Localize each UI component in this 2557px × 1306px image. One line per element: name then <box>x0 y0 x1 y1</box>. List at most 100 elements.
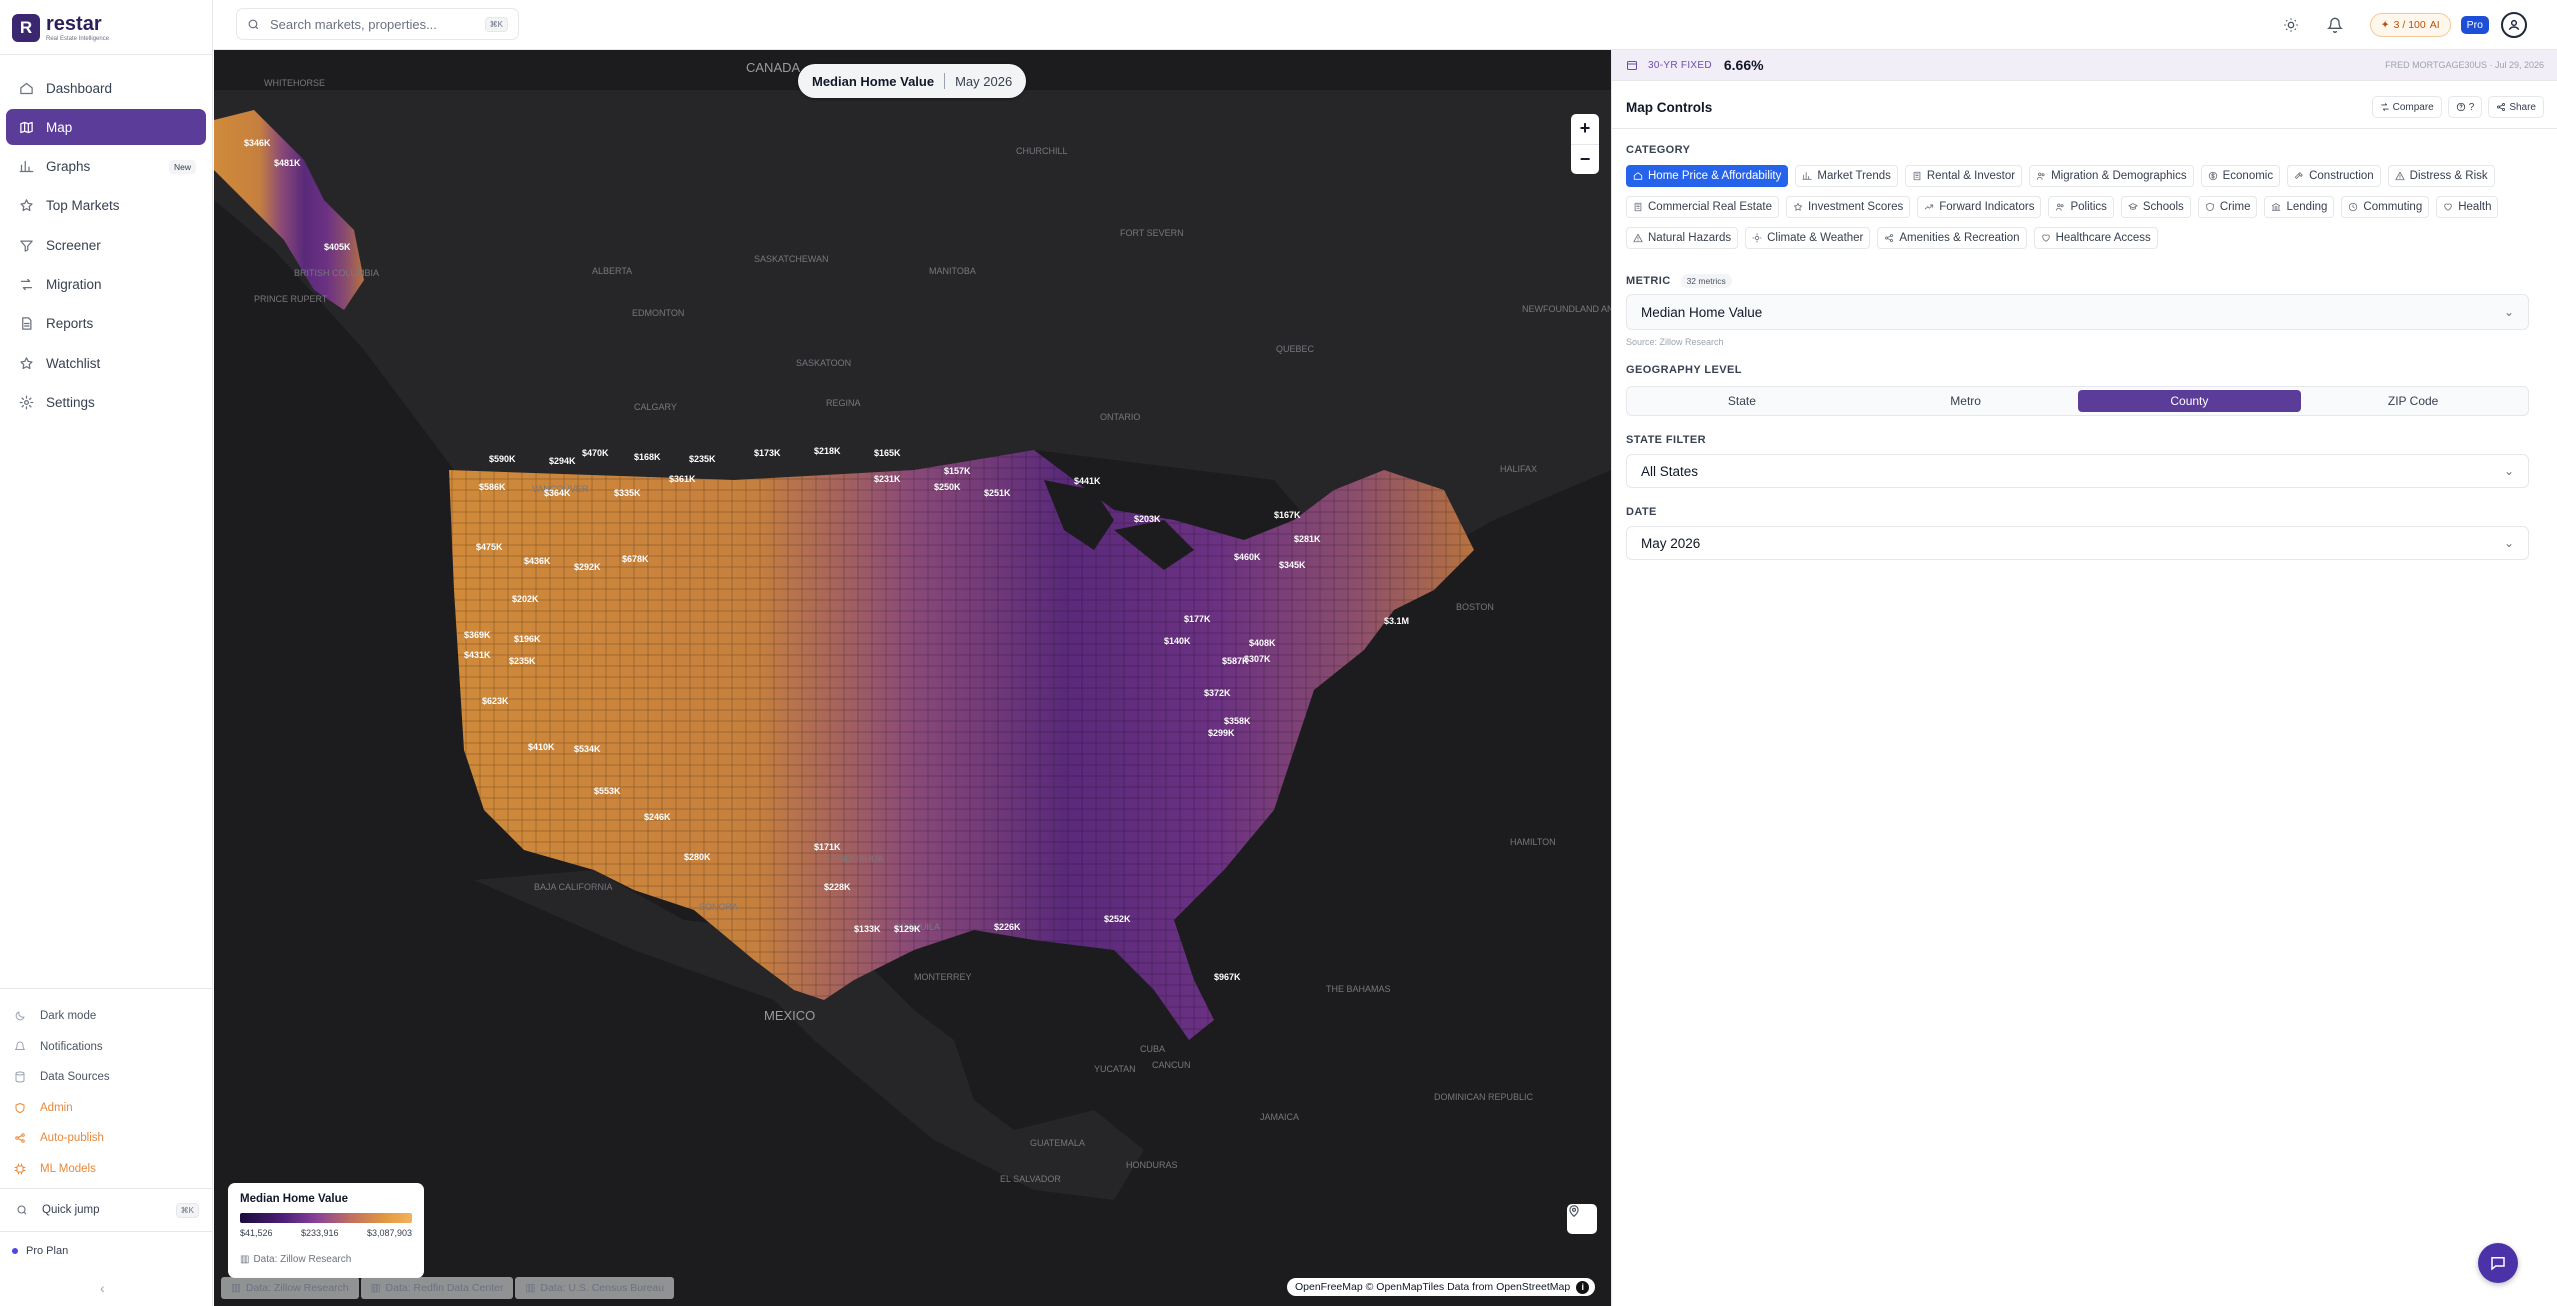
chat-button[interactable] <box>2478 1243 2518 1283</box>
category-chip-lending[interactable]: Lending <box>2264 196 2335 218</box>
map-canvas[interactable]: CANADA WHITEHORSE CHURCHILL FORT SEVERN MANI… <box>214 50 1611 1306</box>
county-value-label[interactable]: $470K <box>582 448 609 458</box>
action-help-button[interactable]: ? <box>2447 96 2483 118</box>
category-chip-healthcare-access[interactable]: Healthcare Access <box>2033 227 2158 249</box>
county-value-label[interactable]: $410K <box>528 742 555 752</box>
locate-button[interactable] <box>1567 1204 1597 1234</box>
county-value-label[interactable]: $553K <box>594 786 621 796</box>
county-value-label[interactable]: $228K <box>824 882 851 892</box>
county-value-label[interactable]: $133K <box>854 924 881 934</box>
county-value-label[interactable]: $252K <box>1104 914 1131 924</box>
county-value-label[interactable]: $251K <box>984 488 1011 498</box>
county-value-label[interactable]: $246K <box>644 812 671 822</box>
data-source-chip[interactable]: ▥ Data: U.S. Census Bureau <box>515 1277 675 1299</box>
county-value-label[interactable]: $167K <box>1274 510 1301 520</box>
county-value-label[interactable]: $250K <box>934 482 961 492</box>
nav-migration[interactable]: Migration <box>6 266 206 302</box>
county-value-label[interactable]: $292K <box>574 562 601 572</box>
geo-option-zip-code[interactable]: ZIP Code <box>2301 390 2525 412</box>
county-value-label[interactable]: $231K <box>874 474 901 484</box>
county-value-label[interactable]: $335K <box>614 488 641 498</box>
category-chip-amenities-recreation[interactable]: Amenities & Recreation <box>1877 227 2027 249</box>
county-value-label[interactable]: $281K <box>1294 534 1321 544</box>
nav-graphs[interactable]: Graphs New <box>6 149 206 185</box>
county-value-label[interactable]: $534K <box>574 744 601 754</box>
utility-auto-publish[interactable]: Auto-publish <box>14 1123 204 1154</box>
county-value-label[interactable]: $235K <box>509 656 536 666</box>
county-value-label[interactable]: $369K <box>464 630 491 640</box>
county-value-label[interactable]: $280K <box>684 852 711 862</box>
county-value-label[interactable]: $129K <box>894 924 921 934</box>
county-value-label[interactable]: $967K <box>1214 972 1241 982</box>
ai-usage-pill[interactable]: ✦ 3 / 100 AI <box>2369 13 2451 37</box>
category-chip-natural-hazards[interactable]: Natural Hazards <box>1626 227 1739 249</box>
category-chip-crime[interactable]: Crime <box>2197 196 2258 218</box>
geo-option-county[interactable]: County <box>2077 390 2302 412</box>
county-value-label[interactable]: $235K <box>689 454 716 464</box>
action-compare-button[interactable]: Compare <box>2371 96 2442 118</box>
county-value-label[interactable]: $431K <box>464 650 491 660</box>
category-chip-distress-risk[interactable]: Distress & Risk <box>2387 165 2495 187</box>
date-select[interactable]: May 2026 ⌄ <box>1626 526 2529 560</box>
county-value-label[interactable]: $226K <box>994 922 1021 932</box>
nav-screener[interactable]: Screener <box>6 227 206 263</box>
county-value-label[interactable]: $361K <box>669 474 696 484</box>
county-value-label[interactable]: $405K <box>324 242 351 252</box>
county-value-label[interactable]: $441K <box>1074 476 1101 486</box>
nav-dashboard[interactable]: Dashboard <box>6 70 206 106</box>
action-share-button[interactable]: Share <box>2488 96 2544 118</box>
county-value-label[interactable]: $586K <box>479 482 506 492</box>
geo-option-state[interactable]: State <box>1630 390 1854 412</box>
county-value-label[interactable]: $294K <box>549 456 576 466</box>
utility-ml-models[interactable]: ML Models <box>14 1154 204 1185</box>
category-chip-commuting[interactable]: Commuting <box>2341 196 2430 218</box>
county-value-label[interactable]: $364K <box>544 488 571 498</box>
county-value-label[interactable]: $590K <box>489 454 516 464</box>
category-chip-migration-demographics[interactable]: Migration & Demographics <box>2029 165 2194 187</box>
category-chip-investment-scores[interactable]: Investment Scores <box>1785 196 1911 218</box>
county-value-label[interactable]: $358K <box>1224 716 1251 726</box>
quick-jump-button[interactable]: Quick jump ⌘K <box>0 1188 213 1232</box>
zoom-out-button[interactable]: − <box>1571 145 1599 175</box>
search-input[interactable] <box>270 16 485 32</box>
choropleth-map[interactable]: CANADA WHITEHORSE CHURCHILL FORT SEVERN MANI… <box>214 50 1611 1306</box>
category-chip-economic[interactable]: Economic <box>2200 165 2281 187</box>
county-value-label[interactable]: $345K <box>1279 560 1306 570</box>
category-chip-commercial-real-estate[interactable]: Commercial Real Estate <box>1626 196 1779 218</box>
category-chip-forward-indicators[interactable]: Forward Indicators <box>1917 196 2042 218</box>
bell-icon[interactable] <box>2326 16 2344 34</box>
category-chip-politics[interactable]: Politics <box>2048 196 2114 218</box>
geo-option-metro[interactable]: Metro <box>1854 390 2078 412</box>
category-chip-schools[interactable]: Schools <box>2120 196 2191 218</box>
category-chip-health[interactable]: Health <box>2436 196 2499 218</box>
nav-top-markets[interactable]: Top Markets <box>6 188 206 224</box>
county-value-label[interactable]: $587K <box>1222 656 1249 666</box>
county-value-label[interactable]: $460K <box>1234 552 1261 562</box>
state-filter-select[interactable]: All States ⌄ <box>1626 454 2529 488</box>
county-value-label[interactable]: $436K <box>524 556 551 566</box>
nav-settings[interactable]: Settings <box>6 384 206 420</box>
utility-dark-mode[interactable]: Dark mode <box>14 1001 204 1032</box>
map-attribution[interactable]: OpenFreeMap © OpenMapTiles Data from Ope… <box>1287 1278 1596 1296</box>
category-chip-climate-weather[interactable]: Climate & Weather <box>1745 227 1871 249</box>
county-value-label[interactable]: $678K <box>622 554 649 564</box>
county-value-label[interactable]: $140K <box>1164 636 1191 646</box>
utility-admin[interactable]: Admin <box>14 1093 204 1124</box>
county-value-label[interactable]: $408K <box>1249 638 1276 648</box>
county-value-label[interactable]: $168K <box>634 452 661 462</box>
county-value-label[interactable]: $203K <box>1134 514 1161 524</box>
nav-reports[interactable]: Reports <box>6 306 206 342</box>
search-box[interactable]: ⌘K <box>236 8 519 40</box>
county-value-label[interactable]: $623K <box>482 696 509 706</box>
county-value-label[interactable]: $3.1M <box>1384 616 1409 626</box>
user-avatar-icon[interactable] <box>2501 12 2527 38</box>
category-chip-rental-investor[interactable]: Rental & Investor <box>1904 165 2023 187</box>
data-source-chip[interactable]: ▥ Data: Zillow Research <box>221 1277 359 1299</box>
utility-notifications[interactable]: Notifications <box>14 1032 204 1063</box>
theme-toggle-icon[interactable] <box>2282 16 2300 34</box>
county-value-label[interactable]: $173K <box>754 448 781 458</box>
category-chip-home-price-affordability[interactable]: Home Price & Affordability <box>1626 165 1789 187</box>
nav-watchlist[interactable]: Watchlist <box>6 345 206 381</box>
brand-logo[interactable]: R restar Real Estate Intelligence <box>12 14 109 42</box>
zoom-in-button[interactable]: + <box>1571 114 1599 144</box>
